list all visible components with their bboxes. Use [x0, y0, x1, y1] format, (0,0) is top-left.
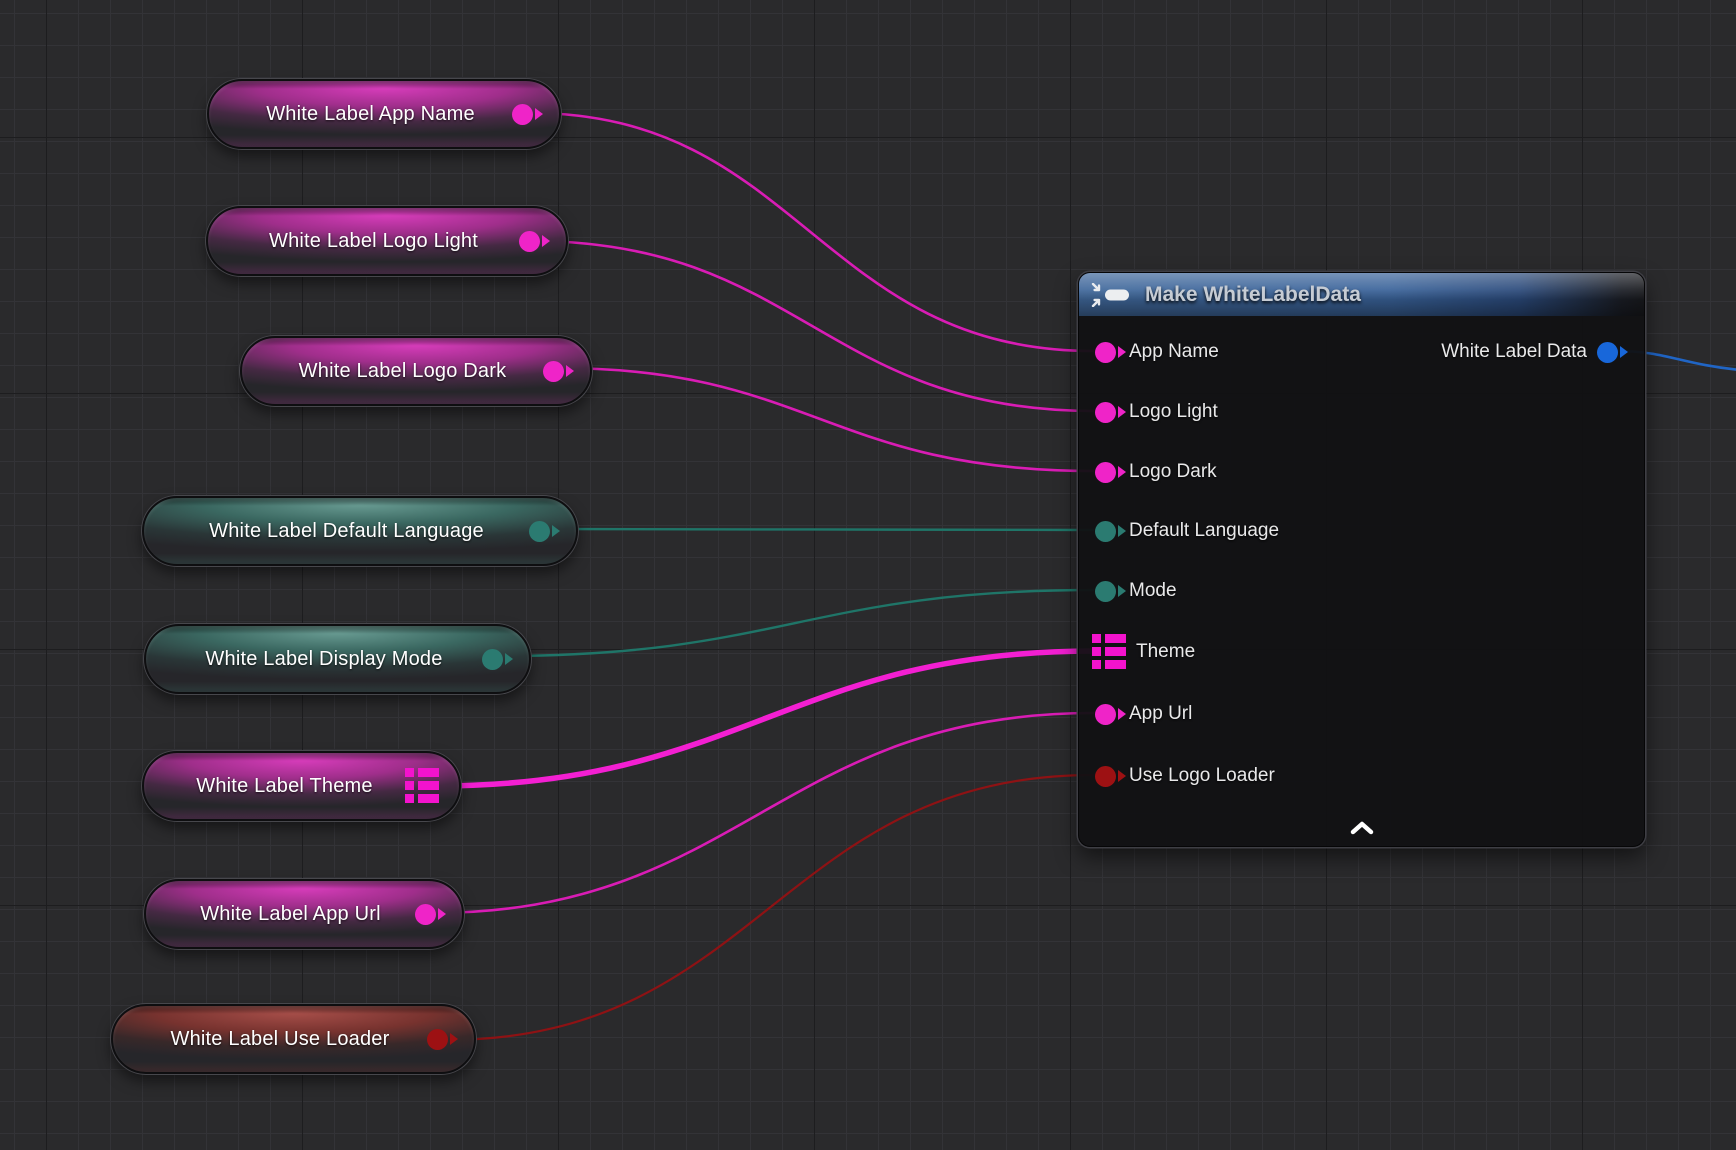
input-pin-logo-dark[interactable]	[1095, 462, 1116, 483]
var-node-white-label-app-url[interactable]: White Label App Url	[144, 879, 464, 949]
wire-logo-light[interactable]	[531, 241, 1094, 411]
output-pin-bool[interactable]	[427, 1029, 448, 1050]
wire-default-language[interactable]	[544, 529, 1094, 530]
node-header[interactable]: Make WhiteLabelData	[1079, 273, 1644, 316]
input-pin-use-logo-loader[interactable]	[1095, 766, 1116, 787]
pin-label: Logo Dark	[1129, 461, 1217, 483]
var-node-label: White Label Display Mode	[146, 648, 482, 671]
output-row-white-label-data: White Label Data	[1441, 322, 1644, 382]
pin-label: App Url	[1129, 703, 1192, 725]
var-node-white-label-default-language[interactable]: White Label Default Language	[142, 496, 578, 566]
pin-label: Theme	[1136, 641, 1195, 663]
var-node-white-label-use-loader[interactable]: White Label Use Loader	[111, 1004, 476, 1074]
pin-label: White Label Data	[1441, 341, 1587, 363]
input-pin-logo-light[interactable]	[1095, 402, 1116, 423]
var-node-label: White Label Default Language	[144, 520, 529, 543]
input-row-theme: Theme	[1079, 622, 1195, 682]
input-pin-default-language[interactable]	[1095, 521, 1116, 542]
collapse-node-button[interactable]	[1339, 814, 1385, 842]
input-row-app-url: App Url	[1079, 684, 1192, 744]
input-pin-theme-struct-grid-icon[interactable]	[1092, 633, 1126, 671]
wire-display-mode[interactable]	[500, 590, 1094, 656]
input-row-logo-light: Logo Light	[1079, 382, 1218, 442]
wire-theme[interactable]	[436, 651, 1094, 786]
var-node-label: White Label Logo Light	[208, 230, 519, 253]
var-node-white-label-app-name[interactable]: White Label App Name	[207, 79, 561, 149]
input-pin-mode[interactable]	[1095, 581, 1116, 602]
struct-grid-pin-icon[interactable]	[405, 767, 439, 805]
var-node-label: White Label Theme	[144, 775, 405, 798]
var-node-label: White Label Logo Dark	[242, 360, 543, 383]
input-pin-app-url[interactable]	[1095, 704, 1116, 725]
make-whitelabeldata-node[interactable]: Make WhiteLabelData App Name Logo Light …	[1078, 272, 1645, 847]
output-pin-string[interactable]	[543, 361, 564, 382]
output-pin-string[interactable]	[512, 104, 533, 125]
wire-logo-dark[interactable]	[558, 368, 1094, 471]
wire-use-loader[interactable]	[446, 775, 1094, 1040]
input-row-mode: Mode	[1079, 561, 1177, 621]
var-node-white-label-theme[interactable]: White Label Theme	[142, 751, 461, 821]
output-pin-enum[interactable]	[482, 649, 503, 670]
blueprint-canvas[interactable]: White Label App Name White Label Logo Li…	[0, 0, 1736, 1150]
input-row-use-logo-loader: Use Logo Loader	[1079, 746, 1275, 806]
chevron-up-icon	[1349, 821, 1375, 835]
pin-label: App Name	[1129, 341, 1219, 363]
input-row-app-name: App Name	[1079, 322, 1219, 382]
input-row-logo-dark: Logo Dark	[1079, 442, 1217, 502]
pin-label: Logo Light	[1129, 401, 1218, 423]
make-struct-icon	[1091, 283, 1135, 307]
input-pin-app-name[interactable]	[1095, 342, 1116, 363]
node-title: Make WhiteLabelData	[1145, 283, 1361, 307]
var-node-label: White Label App Url	[146, 903, 415, 926]
var-node-white-label-logo-light[interactable]: White Label Logo Light	[206, 206, 568, 276]
var-node-label: White Label Use Loader	[113, 1028, 427, 1051]
output-pin-white-label-data[interactable]	[1597, 342, 1618, 363]
output-pin-string[interactable]	[415, 904, 436, 925]
var-node-white-label-display-mode[interactable]: White Label Display Mode	[144, 624, 531, 694]
var-node-label: White Label App Name	[209, 103, 512, 126]
pin-label: Use Logo Loader	[1129, 765, 1275, 787]
pin-label: Default Language	[1129, 520, 1279, 542]
var-node-white-label-logo-dark[interactable]: White Label Logo Dark	[240, 336, 592, 406]
wire-app-url[interactable]	[432, 713, 1094, 913]
output-pin-string[interactable]	[519, 231, 540, 252]
output-pin-enum[interactable]	[529, 521, 550, 542]
input-row-default-language: Default Language	[1079, 501, 1279, 561]
wire-app-name[interactable]	[530, 113, 1094, 351]
pin-label: Mode	[1129, 580, 1177, 602]
